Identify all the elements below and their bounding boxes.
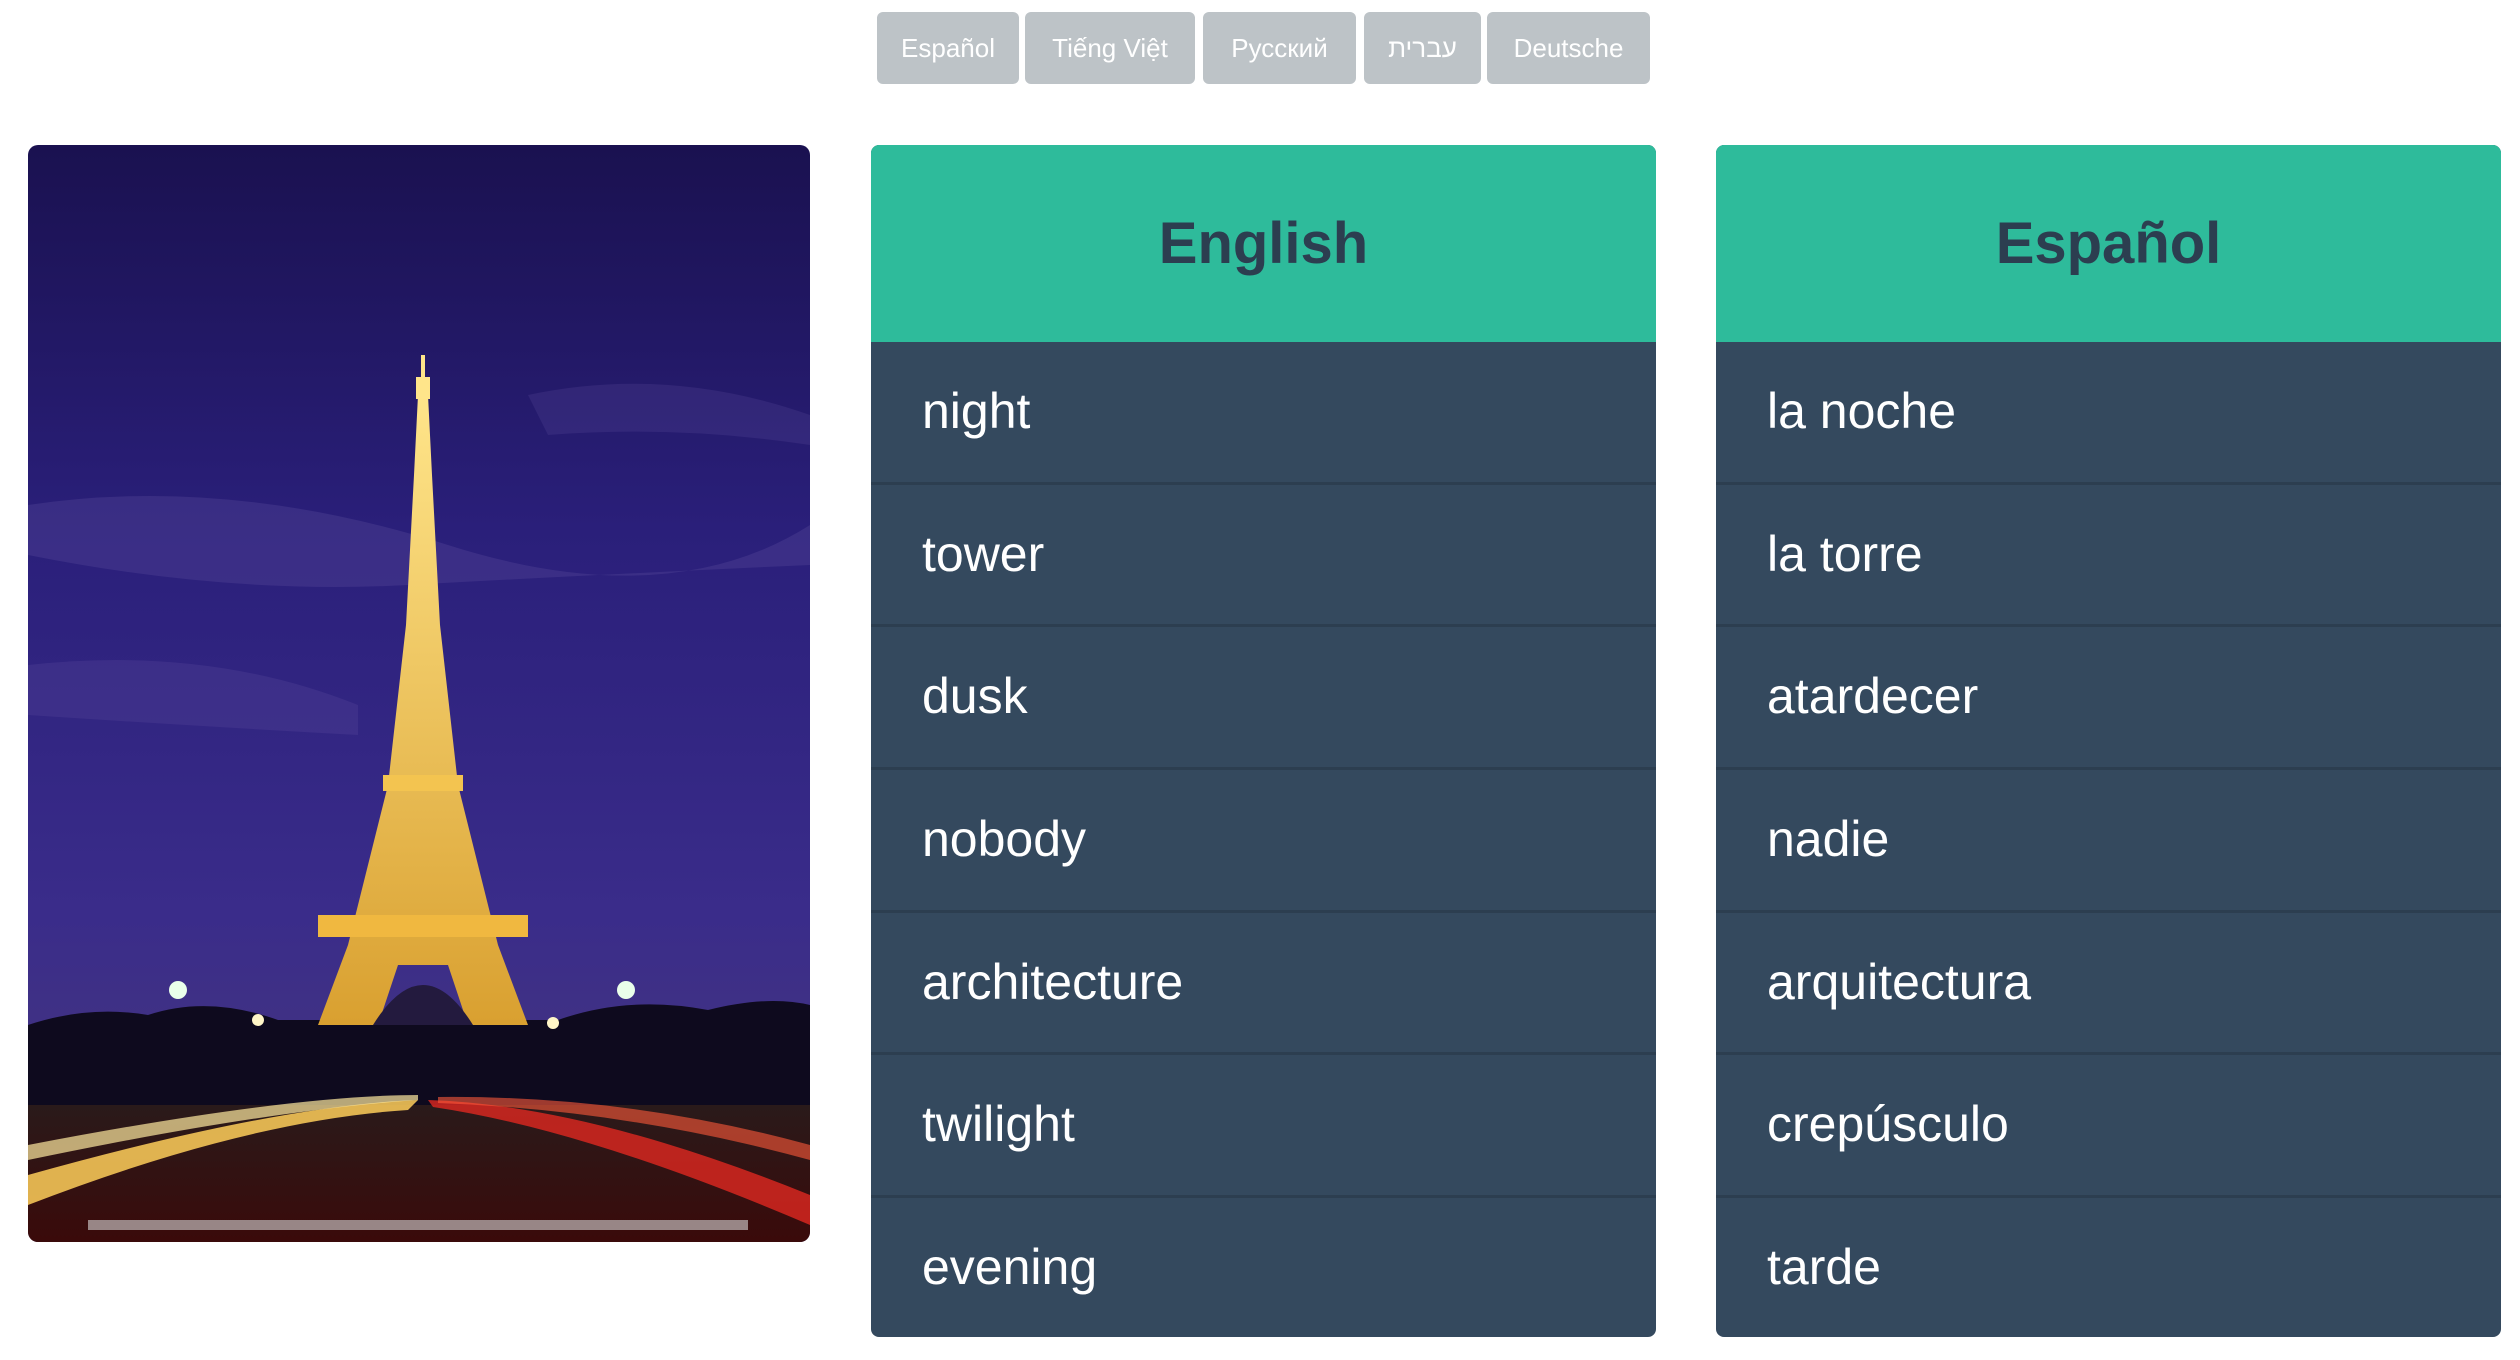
spanish-word-list: la noche la torre atardecer nadie arquit… [1716, 342, 2501, 1337]
vocabulary-photo [28, 145, 810, 1242]
spanish-word-item[interactable]: arquitectura [1716, 913, 2501, 1056]
english-word-item[interactable]: dusk [871, 627, 1656, 771]
english-word-item[interactable]: nobody [871, 770, 1656, 913]
english-panel-title: English [871, 145, 1656, 342]
english-word-panel: English night tower dusk nobody architec… [871, 145, 1656, 1337]
language-button-german[interactable]: Deutsche [1487, 12, 1650, 84]
language-selector: Español Tiếng Việt Русский עברית Deutsch… [0, 12, 2520, 84]
spanish-word-item[interactable]: nadie [1716, 770, 2501, 913]
english-word-item[interactable]: tower [871, 485, 1656, 628]
spanish-word-item[interactable]: la torre [1716, 485, 2501, 628]
language-button-hebrew[interactable]: עברית [1364, 12, 1481, 84]
english-word-list: night tower dusk nobody architecture twi… [871, 342, 1656, 1337]
language-button-spanish[interactable]: Español [877, 12, 1019, 84]
spanish-word-panel: Español la noche la torre atardecer nadi… [1716, 145, 2501, 1337]
language-button-vietnamese[interactable]: Tiếng Việt [1025, 12, 1195, 84]
spanish-word-item[interactable]: atardecer [1716, 627, 2501, 771]
spanish-word-item[interactable]: crepúsculo [1716, 1055, 2501, 1199]
spanish-word-item[interactable]: la noche [1716, 342, 2501, 485]
language-button-russian[interactable]: Русский [1203, 12, 1356, 84]
spanish-word-item[interactable]: tarde [1716, 1198, 2501, 1337]
english-word-item[interactable]: architecture [871, 913, 1656, 1056]
english-word-item[interactable]: twilight [871, 1055, 1656, 1199]
english-word-item[interactable]: evening [871, 1198, 1656, 1337]
english-word-item[interactable]: night [871, 342, 1656, 485]
spanish-panel-title: Español [1716, 145, 2501, 342]
